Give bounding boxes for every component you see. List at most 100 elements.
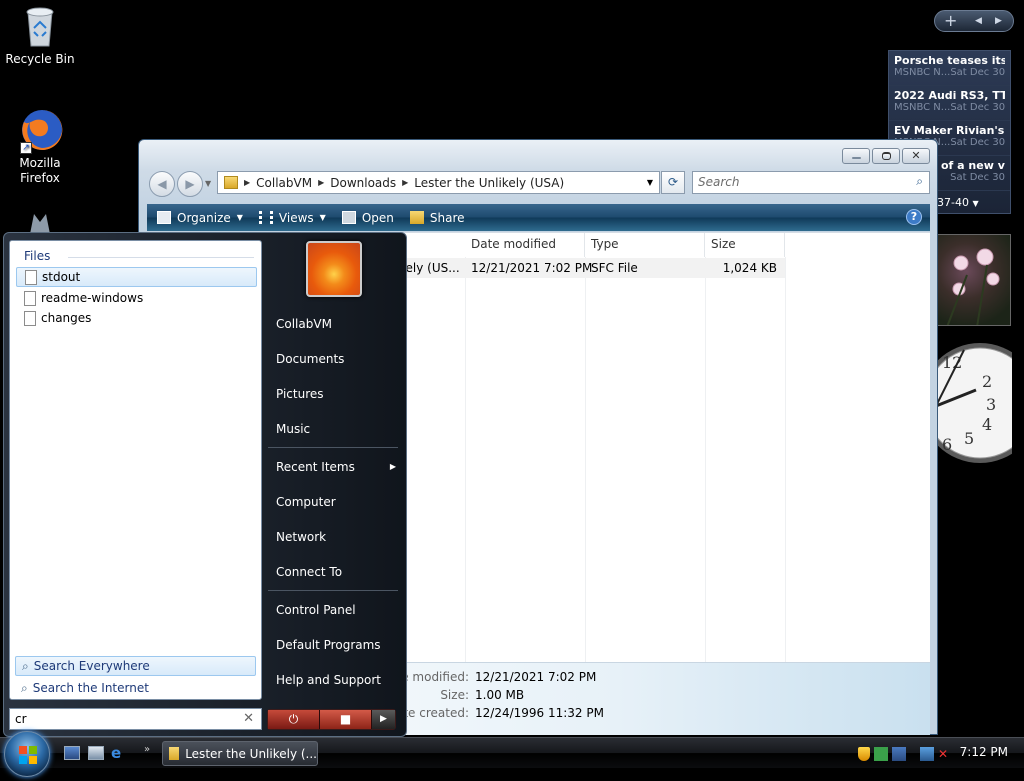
news-date: Sat Dec 30 [950,67,1005,78]
switch-windows-icon[interactable] [88,746,104,760]
shutdown-options-button[interactable]: ▶ [372,710,395,729]
clear-search-icon[interactable]: ✕ [243,711,254,726]
volume-muted-icon[interactable]: ✕ [938,747,952,761]
document-icon [24,310,36,326]
sidebar-controls[interactable]: + ◀ ▶ [934,10,1014,32]
start-button[interactable] [4,731,50,777]
news-title[interactable]: EV Maker Rivian's S... [894,124,1005,137]
chevron-down-icon: ▼ [972,199,979,208]
menu-item-help[interactable]: Help and Support [276,670,381,690]
list-item[interactable]: readme-windows [16,288,257,308]
file-size: 1,024 KB [722,261,777,275]
address-bar[interactable]: ▶ CollabVM ▶ Downloads ▶ Lester the Unli… [217,171,660,194]
list-item[interactable]: changes [16,308,257,328]
list-item[interactable]: stdout [16,267,257,287]
search-input[interactable]: Search ⌕ [692,171,930,194]
start-menu: Files stdout readme-windows changes ⌕ Se… [3,232,407,737]
svg-text:2: 2 [982,372,992,391]
news-pager[interactable]: 37-40 ▼ [937,196,979,209]
open-button[interactable]: Open [341,211,394,225]
svg-text:6: 6 [942,435,952,454]
recent-pages-icon[interactable]: ▼ [205,179,211,188]
news-item[interactable]: 2022 Audi RS3, TT R... MSNBC N...Sat Dec… [889,86,1010,121]
breadcrumb-arrow-icon[interactable]: ▶ [318,178,324,187]
news-title[interactable]: of a new v... [941,159,1005,172]
views-icon [258,211,273,224]
search-icon[interactable]: ⌕ [916,174,923,189]
network-icon[interactable] [920,747,934,761]
submenu-arrow-icon: ▶ [389,462,396,471]
news-title[interactable]: 2022 Audi RS3, TT R... [894,89,1005,102]
column-type[interactable]: Type [585,233,705,257]
views-button[interactable]: Views ▼ [258,211,326,225]
news-source: MSNBC N... [894,67,951,78]
taskbar: e » Lester the Unlikely (... ✕ 7:12 PM [0,731,1024,777]
menu-item-default-programs[interactable]: Default Programs [276,635,381,655]
lock-button[interactable]: ■ [320,710,372,729]
search-internet-label: Search the Internet [32,681,149,695]
menu-item-pictures[interactable]: Pictures [276,384,324,404]
clock-gadget: 12 2 3 4 5 6 [936,340,1012,466]
svg-text:4: 4 [982,415,992,434]
quick-launch-overflow-icon[interactable]: » [144,744,150,755]
desktop-icon-label: Recycle Bin [5,52,75,66]
taskbar-window-label: Lester the Unlikely (... [185,746,317,761]
next-icon[interactable]: ▶ [995,16,1002,26]
news-item[interactable]: Porsche teases its Le... MSNBC N...Sat D… [889,51,1010,86]
show-desktop-icon[interactable] [64,746,80,760]
menu-item-label: Recent Items [276,460,355,474]
file-date: 12/21/2021 7:02 PM [471,261,593,275]
breadcrumb-current-folder[interactable]: Lester the Unlikely (USA) [414,176,564,190]
prev-icon[interactable]: ◀ [975,16,982,26]
slideshow-gadget[interactable] [936,234,1011,326]
help-icon[interactable]: ? [906,209,922,225]
desktop-icon-recycle-bin[interactable]: Recycle Bin [0,4,80,67]
menu-item-collabvm[interactable]: CollabVM [276,314,332,334]
minimize-button[interactable] [842,148,870,164]
add-gadget-icon[interactable]: + [944,11,957,30]
user-picture[interactable] [306,241,362,297]
share-button[interactable]: Share [409,211,465,225]
news-title[interactable]: Porsche teases its Le... [894,54,1005,67]
taskbar-clock[interactable]: 7:12 PM [960,745,1008,759]
menu-item-recent[interactable]: Recent Items ▶ [276,457,396,477]
column-size[interactable]: Size [705,233,785,257]
detail-value: 12/24/1996 11:32 PM [475,706,604,720]
display-icon[interactable] [892,747,906,761]
column-label: Size [711,237,736,251]
desktop-icon-firefox[interactable]: ↗ Mozilla Firefox [0,108,80,186]
menu-item-documents[interactable]: Documents [276,349,344,369]
close-button[interactable]: ✕ [902,148,930,164]
maximize-button[interactable] [872,148,900,164]
breadcrumb-arrow-icon[interactable]: ▶ [244,178,250,187]
taskbar-window-button[interactable]: Lester the Unlikely (... [162,741,318,766]
update-icon[interactable] [874,747,888,761]
menu-item-network[interactable]: Network [276,527,326,547]
back-button[interactable]: ◀ [149,171,175,197]
security-shield-icon[interactable] [858,747,870,761]
menu-item-control-panel[interactable]: Control Panel [276,600,356,620]
start-search-input[interactable]: cr ✕ [9,708,262,730]
detail-value: 1.00 MB [475,688,525,702]
document-icon [24,290,36,306]
search-internet-item[interactable]: ⌕ Search the Internet [15,678,256,698]
power-button[interactable]: ⏻ [268,710,320,729]
search-icon: ⌕ [21,680,28,695]
search-everywhere-label: Search Everywhere [33,659,150,673]
menu-item-computer[interactable]: Computer [276,492,336,512]
internet-explorer-icon[interactable]: e [111,746,127,761]
firefox-icon: ↗ [20,108,63,154]
breadcrumb-collabvm[interactable]: CollabVM [256,176,312,190]
menu-item-music[interactable]: Music [276,419,310,439]
search-query: cr [15,712,27,726]
organize-button[interactable]: Organize ▼ [157,211,243,225]
breadcrumb-downloads[interactable]: Downloads [330,176,396,190]
breadcrumb-arrow-icon[interactable]: ▶ [402,178,408,187]
forward-button[interactable]: ▶ [177,171,203,197]
search-everywhere-item[interactable]: ⌕ Search Everywhere [15,656,256,676]
menu-item-connect-to[interactable]: Connect To [276,562,342,582]
column-date-modified[interactable]: Date modified [465,233,585,257]
address-dropdown-icon[interactable]: ▼ [647,178,653,187]
refresh-button[interactable]: ⟳ [661,171,685,194]
share-icon [409,211,424,224]
